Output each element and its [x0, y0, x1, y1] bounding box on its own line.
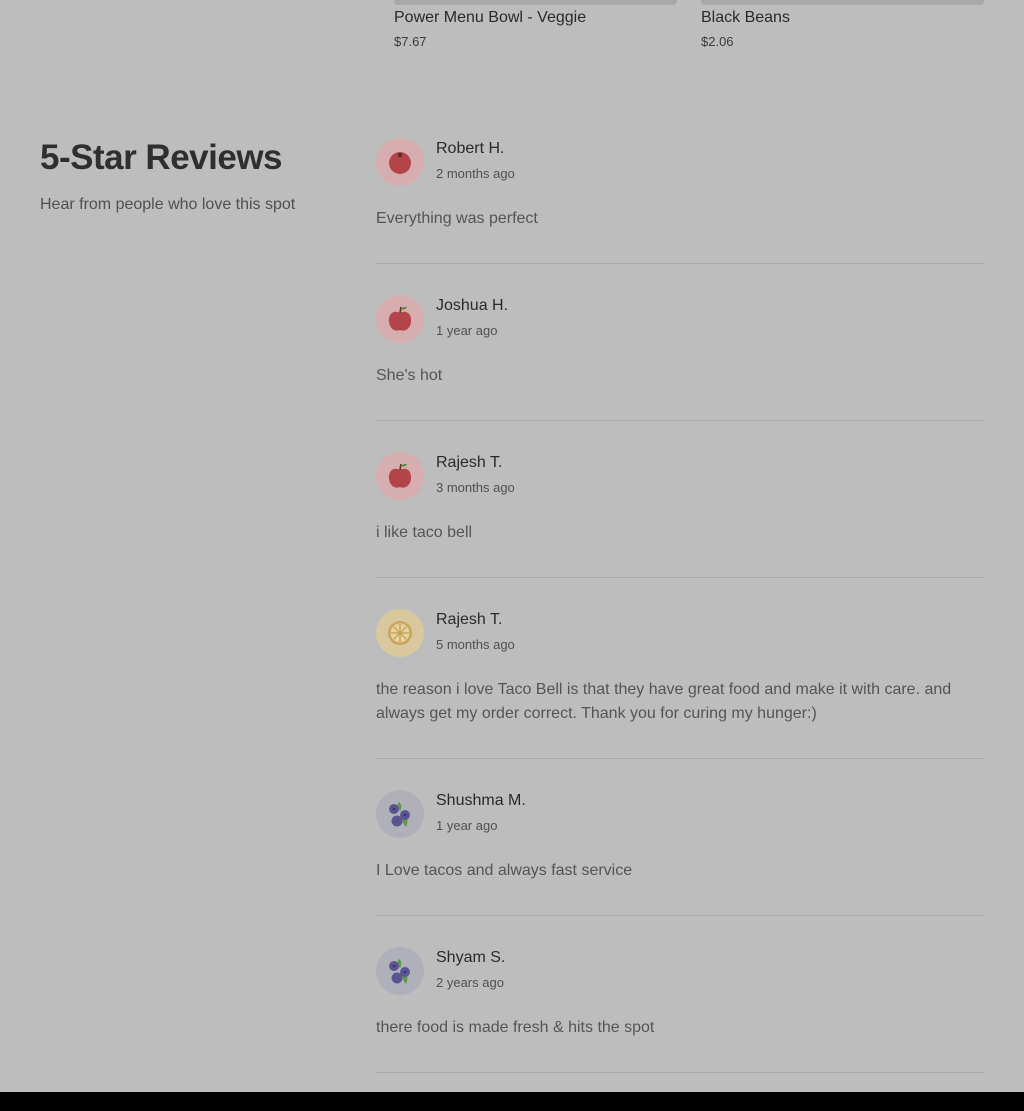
review-text: there food is made fresh & hits the spot — [376, 1019, 655, 1036]
menu-item-price: $2.06 — [701, 34, 734, 49]
menu-items-strip: Power Menu Bowl - Veggie $7.67 Black Bea… — [0, 0, 1024, 60]
apple-icon — [388, 306, 412, 331]
lemon-icon — [388, 621, 412, 645]
review-text: She's hot — [376, 367, 443, 384]
reviewer-name: Rajesh T. — [436, 454, 503, 471]
reviewer-avatar — [376, 947, 424, 995]
reviewer-name: Rajesh T. — [436, 611, 503, 628]
reviewer-name: Shyam S. — [436, 949, 506, 966]
reviews-section-title: 5-Star Reviews — [40, 138, 283, 177]
review-time: 3 months ago — [436, 480, 515, 495]
reviews-section-subtitle: Hear from people who love this spot — [40, 196, 296, 213]
review-time: 2 months ago — [436, 166, 515, 181]
menu-item-card[interactable]: Black Beans $2.06 — [701, 0, 984, 56]
menu-item-name: Power Menu Bowl - Veggie — [394, 9, 587, 26]
reviewer-avatar — [376, 609, 424, 657]
review-time: 5 months ago — [436, 637, 515, 652]
menu-item-image — [394, 0, 677, 5]
review-divider — [376, 758, 984, 759]
review-divider — [376, 1072, 984, 1073]
review-divider — [376, 577, 984, 578]
menu-item-card[interactable]: Power Menu Bowl - Veggie $7.67 — [394, 0, 677, 56]
reviewer-avatar — [376, 138, 424, 186]
reviewer-avatar — [376, 790, 424, 838]
reviewer-name: Joshua H. — [436, 297, 509, 314]
blueberry-icon — [389, 802, 410, 827]
review-text: Everything was perfect — [376, 210, 538, 227]
reviewer-name: Shushma M. — [436, 792, 526, 809]
reviewer-avatar — [376, 452, 424, 500]
review-time: 1 year ago — [436, 818, 498, 833]
menu-item-price: $7.67 — [394, 34, 427, 49]
reviewer-avatar — [376, 295, 424, 343]
review-time: 1 year ago — [436, 323, 498, 338]
review-text: i like taco bell — [376, 524, 473, 541]
footer-bar — [0, 1092, 1024, 1111]
reviewer-name: Robert H. — [436, 140, 505, 157]
tomato-icon — [389, 152, 411, 174]
blueberry-icon — [389, 959, 410, 984]
review-divider — [376, 263, 984, 264]
review-text: I Love tacos and always fast service — [376, 862, 633, 879]
review-divider — [376, 420, 984, 421]
menu-item-image — [701, 0, 984, 5]
review-divider — [376, 915, 984, 916]
menu-item-name: Black Beans — [701, 9, 790, 26]
review-text: the reason i love Taco Bell is that they… — [376, 681, 952, 722]
review-time: 2 years ago — [436, 975, 504, 990]
apple-icon — [388, 463, 412, 488]
